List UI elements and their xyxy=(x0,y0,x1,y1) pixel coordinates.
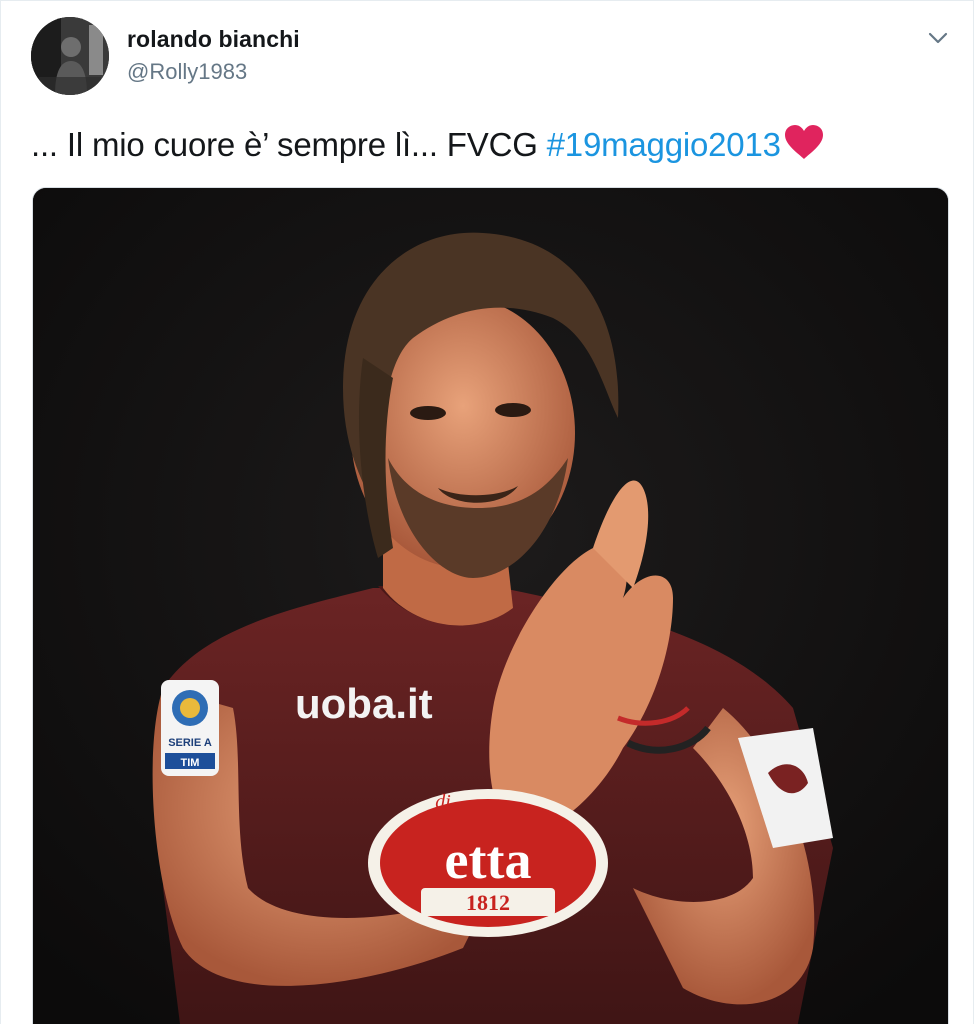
badge-text-1: SERIE A xyxy=(168,737,212,749)
hashtag-link[interactable]: #19maggio2013 xyxy=(547,126,781,163)
chevron-down-icon xyxy=(928,32,948,44)
heart-icon xyxy=(784,125,823,159)
shirt-year-text: 1812 xyxy=(466,890,510,915)
shirt-sponsor-text: uoba.it xyxy=(295,680,433,727)
shirt-brand-text: etta xyxy=(445,830,532,890)
author-name[interactable]: rolando bianchi xyxy=(127,26,300,53)
shirt-brand-prefix: di xyxy=(435,791,451,813)
tweet-photo[interactable]: SERIE A TIM uoba.it etta di 1812 xyxy=(32,187,949,1024)
badge-text-2: TIM xyxy=(181,757,200,769)
profile-photo-icon xyxy=(31,17,109,95)
author-handle[interactable]: @Rolly1983 xyxy=(127,59,247,85)
tweet-text: ... Il mio cuore è’ sempre lì... FVCG #1… xyxy=(31,123,825,169)
player-photo-icon: SERIE A TIM uoba.it etta di 1812 xyxy=(33,188,948,1024)
tweet-card: rolando bianchi @Rolly1983 ... Il mio cu… xyxy=(0,0,974,1024)
author-avatar[interactable] xyxy=(31,17,109,95)
tweet-text-body: ... Il mio cuore è’ sempre lì... FVCG xyxy=(31,126,547,163)
red-heart-emoji xyxy=(783,123,825,169)
tweet-menu-button[interactable] xyxy=(925,27,951,49)
